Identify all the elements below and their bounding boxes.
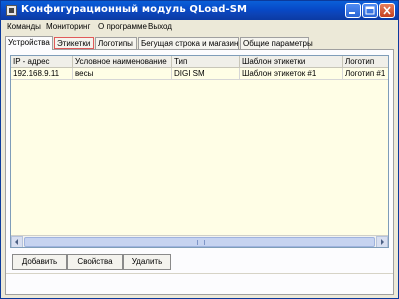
app-window: Конфигурационный модуль QLoad-SM Команды… <box>0 0 399 299</box>
devices-panel: IP - адрес Условное наименование Тип Шаб… <box>5 49 394 295</box>
menu-monitoring[interactable]: Мониторинг <box>46 22 90 31</box>
column-ip[interactable]: IP - адрес <box>11 56 73 67</box>
cell-logo: Логотип #1 <box>345 69 386 78</box>
scroll-right-button[interactable] <box>376 236 388 247</box>
maximize-icon <box>365 6 375 15</box>
window-title: Конфигурационный модуль QLoad-SM <box>21 4 248 15</box>
tab-labels[interactable]: Этикетки <box>54 37 94 49</box>
column-type[interactable]: Тип <box>172 56 240 67</box>
action-bar: Добавить Свойства Удалить <box>10 254 389 270</box>
column-logo[interactable]: Логотип <box>343 56 388 67</box>
devices-table[interactable]: IP - адрес Условное наименование Тип Шаб… <box>10 55 389 248</box>
column-name[interactable]: Условное наименование <box>73 56 172 67</box>
cell-label-template: Шаблон этикеток #1 <box>240 68 343 79</box>
properties-button[interactable]: Свойства <box>67 254 123 270</box>
scroll-thumb[interactable] <box>24 237 375 247</box>
tab-logos[interactable]: Логотипы <box>95 37 137 49</box>
add-button[interactable]: Добавить <box>12 254 67 270</box>
menu-bar: Команды Мониторинг О программе Выход <box>2 21 397 33</box>
arrow-right-icon <box>381 239 384 245</box>
horizontal-scrollbar[interactable] <box>11 235 388 247</box>
tab-ticker-store[interactable]: Бегущая строка и магазин <box>138 37 239 49</box>
cell-type: DIGI SM <box>172 68 240 79</box>
maximize-button[interactable] <box>362 3 378 18</box>
cell-ip: 192.168.9.11 <box>11 68 73 79</box>
tab-strip: Устройства Этикетки Логотипы Бегущая стр… <box>5 36 395 50</box>
close-button[interactable] <box>379 3 395 18</box>
title-bar[interactable]: Конфигурационный модуль QLoad-SM <box>1 1 398 20</box>
divider <box>6 273 393 274</box>
delete-button[interactable]: Удалить <box>123 254 171 270</box>
scroll-left-button[interactable] <box>11 236 23 247</box>
menu-commands[interactable]: Команды <box>7 22 41 31</box>
minimize-icon <box>349 12 355 14</box>
arrow-left-icon <box>15 239 18 245</box>
minimize-button[interactable] <box>345 3 361 18</box>
tab-devices[interactable]: Устройства <box>5 36 53 50</box>
column-label-template[interactable]: Шаблон этикетки <box>240 56 343 67</box>
table-row[interactable]: 192.168.9.11 весы DIGI SM Шаблон этикето… <box>11 68 388 80</box>
app-icon <box>6 5 17 16</box>
menu-about[interactable]: О программе <box>98 22 147 31</box>
close-icon <box>383 6 391 15</box>
table-header: IP - адрес Условное наименование Тип Шаб… <box>11 56 388 68</box>
cell-name: весы <box>73 68 172 79</box>
tab-general-params[interactable]: Общие параметры <box>240 37 313 49</box>
grip-icon <box>197 240 205 245</box>
menu-exit[interactable]: Выход <box>148 22 172 31</box>
